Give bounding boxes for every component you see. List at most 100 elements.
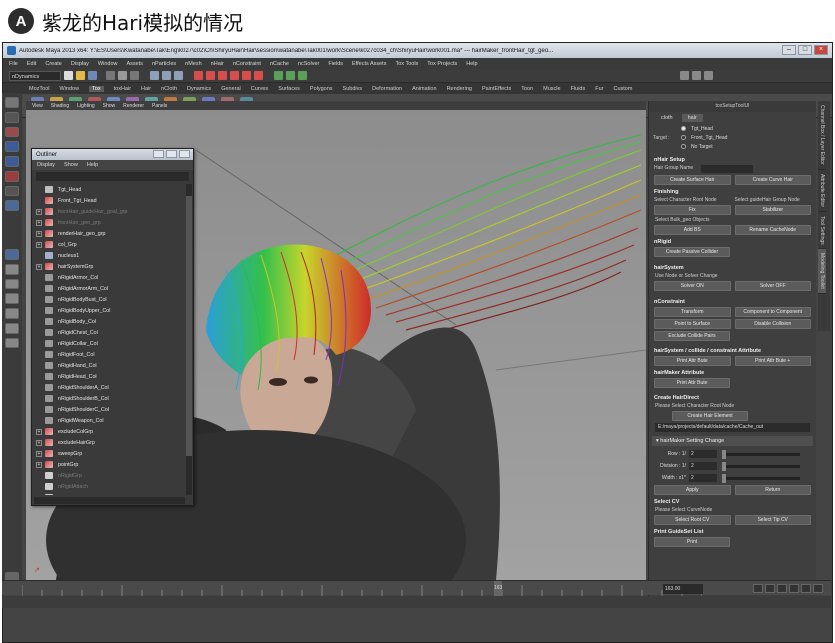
slider-track[interactable]: [722, 473, 800, 483]
menu-item[interactable]: Tox Projects: [427, 61, 457, 67]
minimize-button[interactable]: –: [782, 45, 796, 55]
layout-graph-icon[interactable]: [5, 322, 19, 334]
slider-value-field[interactable]: 2: [689, 462, 717, 470]
render-settings-icon[interactable]: [298, 71, 307, 80]
outliner-item[interactable]: Tgt_Head: [34, 184, 185, 195]
shelf-tab[interactable]: Hair: [141, 86, 151, 92]
viewport-menu-item[interactable]: View: [32, 103, 43, 109]
menu-item[interactable]: Create: [45, 61, 62, 67]
expand-toggle-icon[interactable]: +: [36, 439, 42, 446]
point-to-surface-button[interactable]: Point to Surface: [654, 319, 731, 329]
shelf-tab[interactable]: Surfaces: [278, 86, 300, 92]
stabilizer-button[interactable]: Stabilizer: [734, 205, 811, 215]
toggle-panel-icon-2[interactable]: [692, 71, 701, 80]
create-passive-collider-button[interactable]: Create Passive Collider: [654, 247, 730, 257]
outliner-item[interactable]: nRigidShoulderC_Col: [34, 404, 185, 415]
select-root-cv-button[interactable]: Select Root CV: [654, 515, 731, 525]
menu-item[interactable]: nHair: [211, 61, 224, 67]
tab-cloth[interactable]: cloth: [655, 114, 679, 122]
exclude-collide-pairs-button[interactable]: Exclude Collide Pairs: [654, 331, 730, 341]
radio-button-icon[interactable]: [681, 135, 686, 140]
menu-item[interactable]: Window: [98, 61, 118, 67]
disable-collision-button[interactable]: Disable Collision: [734, 319, 811, 329]
outliner-item[interactable]: nRigidHead_Col: [34, 371, 185, 382]
current-frame-marker[interactable]: 163: [494, 581, 502, 596]
play-back-icon[interactable]: [777, 584, 787, 593]
select-component-icon[interactable]: [130, 71, 139, 80]
outliner-item[interactable]: nucleus1: [34, 250, 185, 261]
create-surface-hair-button[interactable]: Create Surface Hair: [654, 175, 731, 185]
radio-button-icon[interactable]: [681, 144, 686, 149]
cache-path-field[interactable]: E:/maya/projects/default/data/cache/Cach…: [655, 423, 810, 432]
play-forward-icon[interactable]: [789, 584, 799, 593]
outliner-item[interactable]: nRigidArmorArm_Col: [34, 283, 185, 294]
rotate-tool-icon[interactable]: [5, 156, 19, 167]
outliner-item[interactable]: + renderHair_geo_grp: [34, 228, 185, 239]
lasso-tool-icon[interactable]: [5, 111, 19, 123]
rename-cache-node-button[interactable]: Rename CacheNode: [734, 225, 811, 235]
move-tool-icon[interactable]: [5, 141, 19, 152]
slider-value-field[interactable]: 2: [689, 450, 717, 458]
slider-handle[interactable]: [722, 449, 726, 459]
snap-grid-icon[interactable]: [150, 71, 159, 80]
target-radio[interactable]: Tgt_Head: [649, 124, 816, 133]
outliner-item[interactable]: nRigidGrp: [34, 470, 185, 481]
side-tab[interactable]: Tool Settings: [818, 212, 826, 250]
new-scene-icon[interactable]: [64, 71, 73, 80]
shelf-tab[interactable]: Muscle: [543, 86, 560, 92]
slider-track[interactable]: [722, 449, 800, 459]
menu-item[interactable]: Edit: [27, 61, 36, 67]
open-scene-icon[interactable]: [76, 71, 85, 80]
outliner-item[interactable]: nRigidFoot_Col: [34, 349, 185, 360]
hair-group-input[interactable]: [701, 165, 754, 173]
mask-icon-5[interactable]: [242, 71, 251, 80]
shelf-tab[interactable]: Rendering: [447, 86, 472, 92]
viewport-menu-item[interactable]: Panels: [152, 103, 167, 109]
shelf-tab[interactable]: Dynamics: [187, 86, 211, 92]
outliner-item[interactable]: defaultLightSet: [34, 492, 185, 495]
shelf-tab[interactable]: MozTool: [29, 86, 49, 92]
print-button[interactable]: Print: [654, 537, 730, 547]
layout-four-icon[interactable]: [5, 278, 19, 290]
manipulator-tool-icon[interactable]: [5, 185, 19, 197]
outliner-scrollbar[interactable]: [186, 184, 192, 495]
transform-button[interactable]: Transform: [654, 307, 731, 317]
menu-item[interactable]: File: [9, 61, 18, 67]
select-tip-cv-button[interactable]: Select Tip CV: [734, 515, 811, 525]
add-bs-button[interactable]: Add BS: [654, 225, 731, 235]
shelf-tab[interactable]: Deformation: [372, 86, 402, 92]
outliner-item[interactable]: nRigidShoulderA_Col: [34, 382, 185, 393]
mask-icon-6[interactable]: [254, 71, 263, 80]
shelf-tab[interactable]: PaintEffects: [482, 86, 511, 92]
shelf-tab[interactable]: Polygons: [310, 86, 333, 92]
print-attribute-button[interactable]: Print Attr Bute: [654, 356, 731, 366]
menu-item[interactable]: nMesh: [185, 61, 202, 67]
menu-set-selector[interactable]: nDynamics: [9, 70, 61, 81]
maximize-button[interactable]: □: [798, 45, 812, 55]
shelf-tab[interactable]: Subdivs: [343, 86, 363, 92]
current-frame-field[interactable]: 163.00: [663, 584, 703, 594]
menu-item[interactable]: Tox Tools: [395, 61, 418, 67]
shelf-tab[interactable]: nCloth: [161, 86, 177, 92]
expand-toggle-icon[interactable]: +: [36, 461, 42, 468]
outliner-menu-item[interactable]: Help: [87, 162, 98, 168]
shelf-tab[interactable]: Toon: [521, 86, 533, 92]
side-tab[interactable]: Attribute Editor: [818, 170, 826, 212]
outliner-item[interactable]: + frontHair_geo_grp: [34, 217, 185, 228]
mask-icon-2[interactable]: [206, 71, 215, 80]
viewport-menu-item[interactable]: Shading: [51, 103, 69, 109]
expand-toggle-icon[interactable]: +: [36, 208, 42, 215]
outliner-item[interactable]: nRigidHand_Col: [34, 360, 185, 371]
outliner-item[interactable]: + hairSystemGrp: [34, 261, 185, 272]
mask-icon-1[interactable]: [194, 71, 203, 80]
slider-handle[interactable]: [722, 461, 726, 471]
create-hair-element-button[interactable]: Create Hair Element: [672, 411, 748, 421]
range-slider[interactable]: [2, 596, 831, 608]
slider-handle[interactable]: [722, 473, 726, 483]
menu-item[interactable]: Assets: [126, 61, 143, 67]
shelf-tab[interactable]: Fluids: [571, 86, 586, 92]
shelf-tab[interactable]: Window: [59, 86, 79, 92]
step-back-icon[interactable]: [765, 584, 775, 593]
snap-point-icon[interactable]: [174, 71, 183, 80]
outliner-item[interactable]: + col_Grp: [34, 239, 185, 250]
